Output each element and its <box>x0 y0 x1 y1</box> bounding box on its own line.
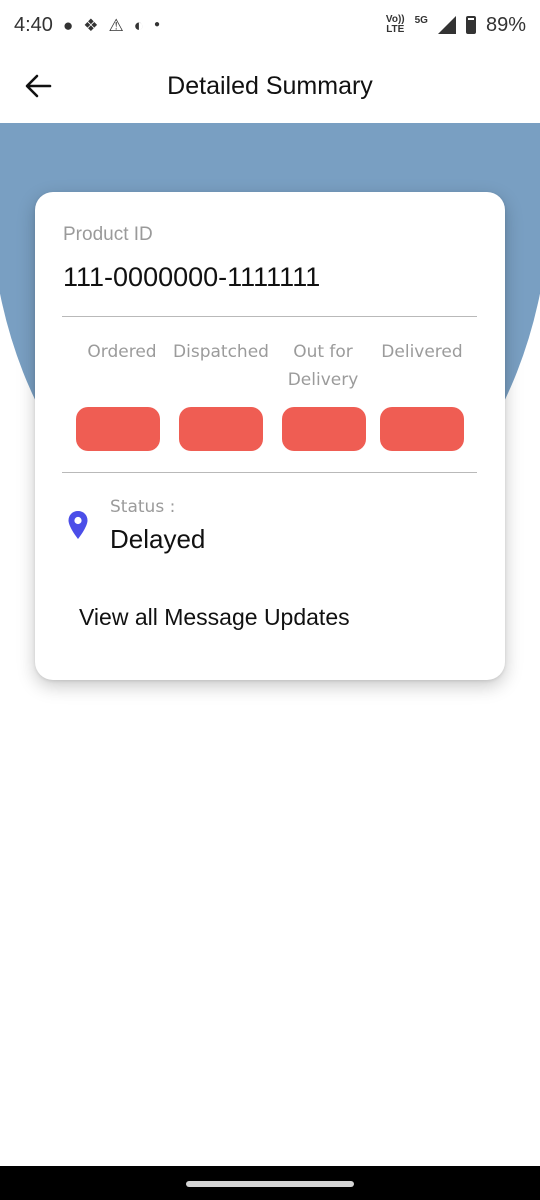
status-bar: 4:40 ● ❖ ⚠ ◐ ● Vo)) LTE 5G 89% <box>0 0 540 50</box>
clock: 4:40 <box>14 13 53 36</box>
product-id-label: Product ID <box>63 224 153 245</box>
step-indicator-out-for-delivery[interactable] <box>282 407 366 451</box>
step-indicator-ordered[interactable] <box>76 407 160 451</box>
chat-bubble-icon: ● <box>62 15 74 35</box>
view-message-updates-link[interactable]: View all Message Updates <box>79 604 350 631</box>
app-icon: ❖ <box>83 15 99 35</box>
arrow-left-icon <box>25 74 52 98</box>
status-label: Status : <box>110 497 176 517</box>
location-pin-icon <box>68 511 88 539</box>
step-indicator-delivered[interactable] <box>380 407 464 451</box>
back-button[interactable] <box>20 68 56 104</box>
divider <box>62 316 477 317</box>
volte-indicator: Vo)) LTE <box>385 14 405 35</box>
step-label-ordered: Ordered <box>87 342 157 362</box>
step-label-delivered: Delivered <box>381 342 463 362</box>
order-summary-card: Product ID 111-0000000-1111111 Ordered D… <box>35 192 505 680</box>
moon-icon: ◐ <box>133 15 144 35</box>
step-label-out-for-delivery: Out for Delivery <box>287 342 359 390</box>
divider <box>62 472 477 473</box>
app-bar: Detailed Summary <box>0 50 540 122</box>
network-type: 5G <box>414 14 428 26</box>
warning-icon: ⚠ <box>108 15 124 35</box>
page-title: Detailed Summary <box>167 71 373 100</box>
status-value: Delayed <box>110 524 206 554</box>
dot-icon: ● <box>154 19 161 30</box>
product-id-value: 111-0000000-1111111 <box>63 262 321 292</box>
system-nav-bar <box>0 1166 540 1200</box>
step-indicator-dispatched[interactable] <box>179 407 263 451</box>
step-label-dispatched: Dispatched <box>173 342 269 362</box>
home-indicator[interactable] <box>186 1181 354 1187</box>
battery-percent: 89% <box>485 13 526 36</box>
signal-icon <box>437 16 456 34</box>
battery-icon <box>465 16 476 34</box>
